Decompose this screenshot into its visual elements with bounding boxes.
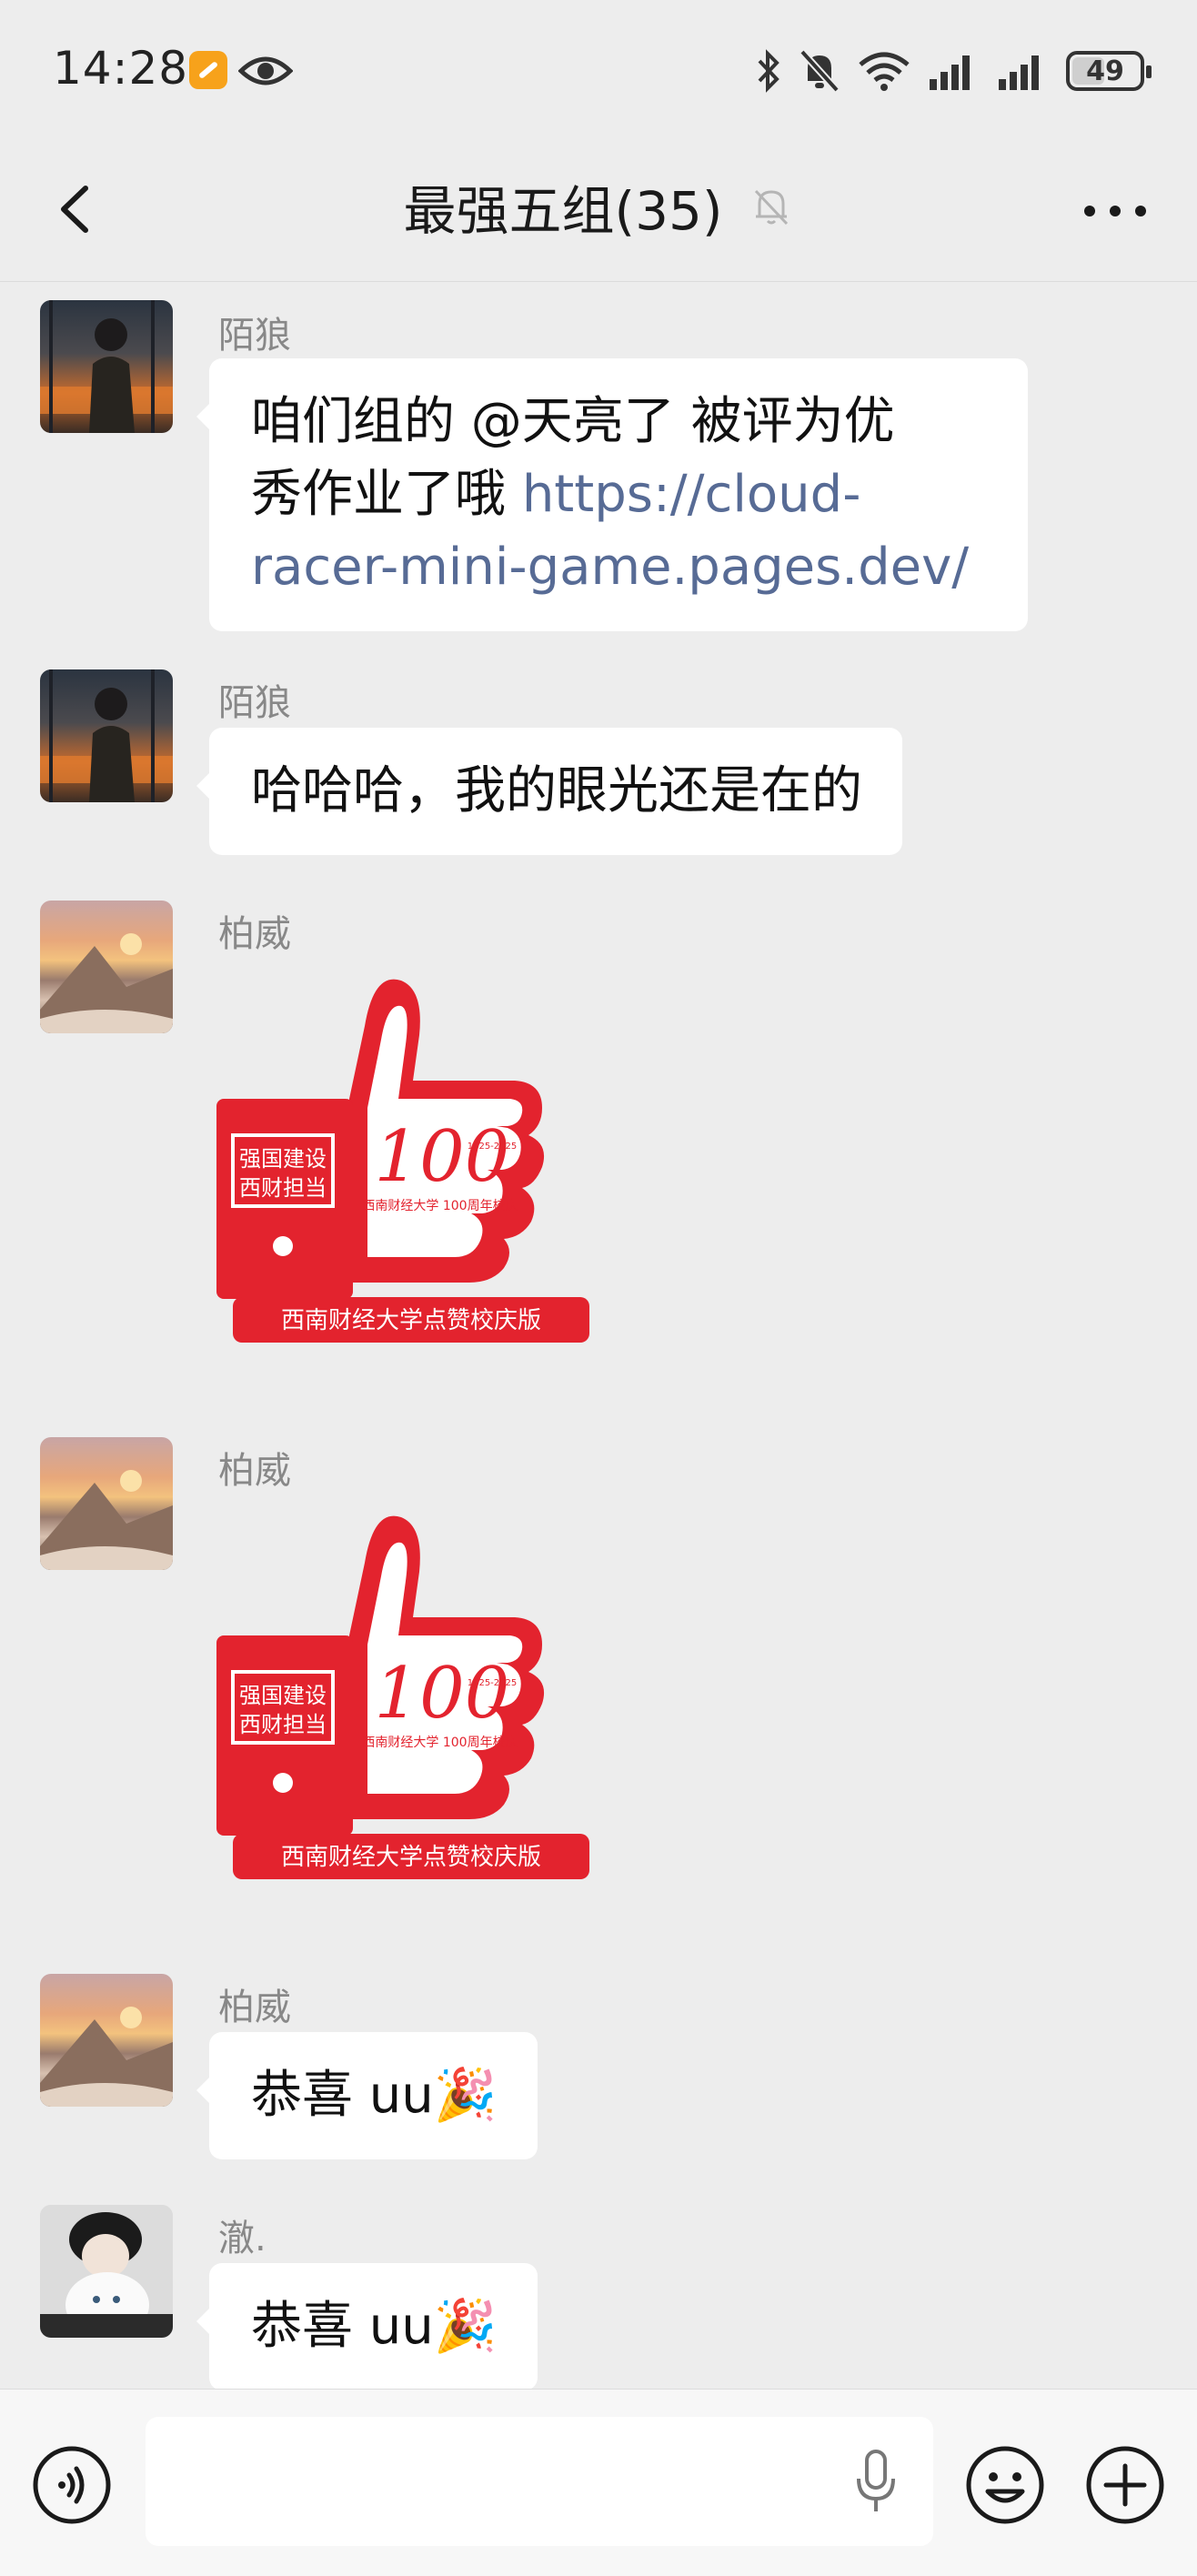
- thumbs-up-sticker[interactable]: 强国建设 西财担当 100 1925-2025 西南财经大学 100周年校庆 西…: [215, 962, 606, 1353]
- sticker-number: 100: [375, 1653, 510, 1735]
- signal-icon-2: [999, 55, 1039, 90]
- avatar[interactable]: [40, 300, 173, 433]
- message-input[interactable]: [146, 2417, 933, 2546]
- avatar-mountain-image: [40, 1470, 173, 1570]
- sticker-caption: 西南财经大学点赞校庆版: [281, 1844, 541, 1871]
- message-text: 哈哈哈，我的眼光还是在的: [251, 761, 862, 820]
- bluetooth-icon: [758, 49, 780, 93]
- sender-name: 柏威: [218, 1987, 291, 2028]
- status-time: 14:28: [53, 42, 189, 95]
- plus-circle-icon[interactable]: [1084, 2444, 1166, 2526]
- more-horizontal-icon[interactable]: [1079, 188, 1152, 234]
- microphone-icon[interactable]: [853, 2448, 899, 2515]
- chat-title-group: 最强五组(35): [0, 168, 1197, 245]
- message-text-line: 咱们组的 @天亮了 被评为优: [251, 392, 895, 451]
- message-bubble[interactable]: 恭喜 uu🎉: [196, 2263, 538, 2390]
- avatar-cat-person-image: [40, 2205, 173, 2338]
- message-bubble[interactable]: 恭喜 uu🎉: [196, 2032, 538, 2159]
- sticker-number: 100: [375, 1116, 510, 1198]
- avatar-mountain-image: [40, 2007, 173, 2107]
- message-link[interactable]: https://cloud-: [522, 465, 861, 524]
- bell-off-icon: [754, 189, 788, 226]
- battery-level: 49: [1086, 55, 1124, 87]
- thumbs-up-sticker[interactable]: 强国建设 西财担当 100 1925-2025 西南财经大学 100周年校庆 西…: [215, 1499, 606, 1890]
- message-text-line: 秀作业了哦: [251, 465, 522, 524]
- input-bar: [0, 2389, 1197, 2576]
- avatar-person-image: [40, 669, 173, 802]
- avatar[interactable]: [40, 669, 173, 802]
- sticker-badge-line2: 西财担当: [239, 1712, 327, 1737]
- sender-name: 陌狼: [218, 315, 291, 357]
- chat-header: 最强五组(35): [0, 141, 1197, 282]
- bell-off-status-icon: [800, 49, 840, 93]
- message-text: 恭喜 uu🎉: [251, 2297, 498, 2356]
- sender-name: 澈.: [218, 2218, 267, 2259]
- message-bubble[interactable]: 哈哈哈，我的眼光还是在的: [196, 728, 902, 855]
- sticker-school: 西南财经大学 100周年校庆: [362, 1198, 518, 1213]
- avatar[interactable]: [40, 2205, 173, 2338]
- eye-icon: [238, 56, 293, 86]
- sender-name: 柏威: [218, 913, 291, 955]
- sticker-years: 1925-2025: [468, 1678, 518, 1688]
- sticker-badge-line1: 强国建设: [239, 1146, 327, 1172]
- avatar-person-image: [40, 300, 173, 433]
- sender-name: 陌狼: [218, 682, 291, 724]
- sticker-badge-line2: 西财担当: [239, 1175, 327, 1201]
- app-notification-icon: [189, 51, 227, 89]
- status-icons: 49: [755, 45, 1152, 96]
- avatar-mountain-image: [40, 933, 173, 1033]
- wifi-icon: [859, 52, 910, 91]
- message-text: 恭喜 uu🎉: [251, 2066, 498, 2125]
- chat-title: 最强五组(35): [403, 180, 723, 242]
- sticker-school: 西南财经大学 100周年校庆: [362, 1735, 518, 1750]
- emoji-icon[interactable]: [964, 2444, 1046, 2526]
- voice-mode-icon[interactable]: [31, 2444, 113, 2526]
- message-link-continued[interactable]: racer-mini-game.pages.dev/: [251, 531, 988, 604]
- sticker-years: 1925-2025: [468, 1142, 518, 1152]
- message-bubble[interactable]: 咱们组的 @天亮了 被评为优 秀作业了哦 https://cloud- race…: [196, 358, 1028, 631]
- sticker-caption: 西南财经大学点赞校庆版: [281, 1307, 541, 1334]
- avatar[interactable]: [40, 901, 173, 1033]
- avatar[interactable]: [40, 1437, 173, 1570]
- avatar[interactable]: [40, 1974, 173, 2107]
- battery-indicator: 49: [1066, 51, 1152, 91]
- status-bar: 14:28 49: [0, 0, 1197, 141]
- sticker-badge-line1: 强国建设: [239, 1683, 327, 1708]
- signal-icon-1: [930, 55, 970, 90]
- sender-name: 柏威: [218, 1450, 291, 1492]
